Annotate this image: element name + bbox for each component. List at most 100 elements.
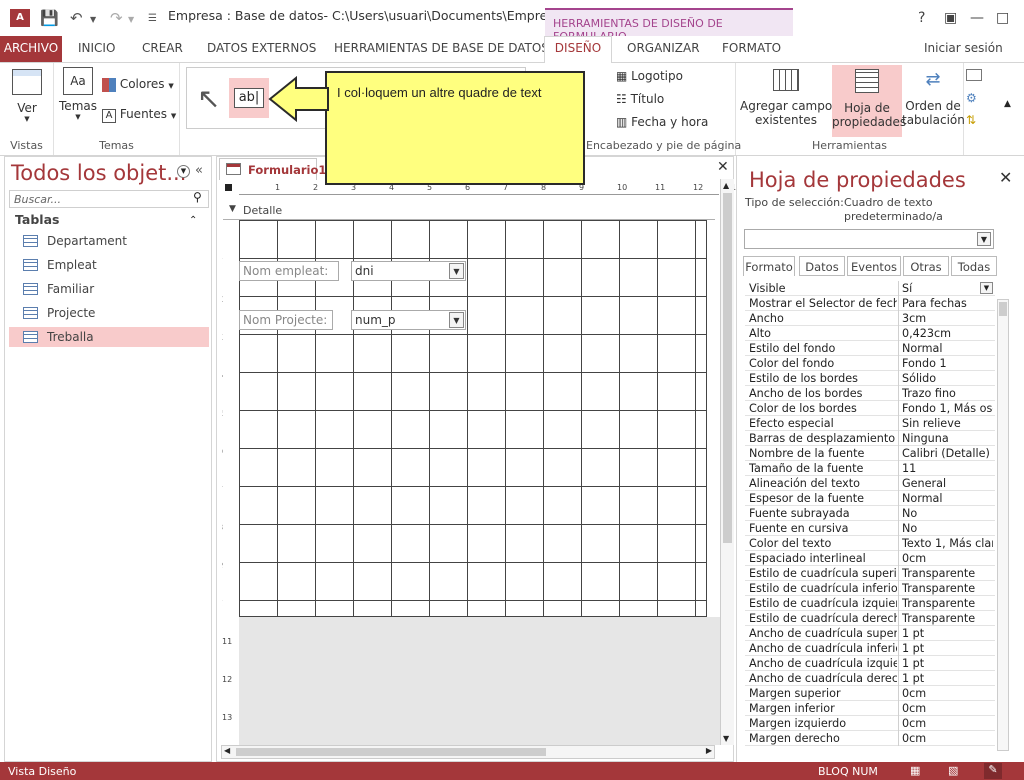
nav-search-input[interactable]: Buscar... bbox=[9, 190, 209, 208]
tab-herramientas-bd[interactable]: HERRAMIENTAS DE BASE DE DATOS bbox=[334, 41, 549, 55]
tab-archivo[interactable]: ARCHIVO bbox=[0, 36, 62, 62]
tab-order-button[interactable]: ⇄ Orden de tabulación bbox=[902, 69, 965, 127]
nav-menu-dropdown-icon[interactable]: ▼ bbox=[177, 165, 190, 178]
nav-item-treballa[interactable]: Treballa bbox=[9, 327, 209, 347]
property-row[interactable]: Margen inferior 0cm bbox=[745, 701, 995, 716]
colors-button[interactable]: Colores ▼ bbox=[102, 77, 174, 92]
detail-section-bar[interactable]: ▼ Detalle bbox=[223, 202, 715, 220]
property-row[interactable]: Ancho de cuadrícula izquierda 1 pt bbox=[745, 656, 995, 671]
property-value[interactable]: General bbox=[902, 477, 993, 490]
nav-collapse-icon[interactable]: « bbox=[195, 163, 203, 178]
property-row[interactable]: Ancho de los bordes Trazo fino bbox=[745, 386, 995, 401]
section-collapse-icon[interactable]: ⌃ bbox=[189, 215, 197, 226]
property-value[interactable]: No bbox=[902, 507, 993, 520]
property-row[interactable]: Ancho de cuadrícula inferior 1 pt bbox=[745, 641, 995, 656]
property-value[interactable]: Sólido bbox=[902, 372, 993, 385]
scroll-down-icon[interactable]: ▼ bbox=[723, 734, 729, 743]
form-selector[interactable] bbox=[225, 184, 232, 191]
tab-inicio[interactable]: INICIO bbox=[78, 41, 115, 55]
nav-item-familiar[interactable]: Familiar bbox=[9, 279, 209, 299]
fonts-button[interactable]: A Fuentes ▼ bbox=[102, 107, 176, 123]
doc-tab-formulario1[interactable]: Formulario1 bbox=[219, 158, 326, 180]
tab-eventos[interactable]: Eventos bbox=[847, 256, 901, 276]
view-button[interactable]: Ver ▼ bbox=[8, 69, 46, 123]
nav-item-departament[interactable]: Departament bbox=[9, 231, 209, 251]
undo-icon[interactable]: ↶ bbox=[70, 9, 83, 27]
property-value[interactable]: 0,423cm bbox=[902, 327, 993, 340]
access-app-icon[interactable]: A bbox=[10, 9, 30, 27]
property-value[interactable]: Trazo fino bbox=[902, 387, 993, 400]
datetime-button[interactable]: ▥ Fecha y hora bbox=[616, 115, 708, 129]
property-value[interactable]: Transparente bbox=[902, 612, 993, 625]
detail-grid[interactable]: Nom empleat: dni ▼ Nom Projecte: num_p ▼ bbox=[239, 220, 707, 617]
property-value[interactable]: Transparente bbox=[902, 567, 993, 580]
property-row[interactable]: Visible Sí ▼ bbox=[745, 281, 995, 296]
property-row[interactable]: Efecto especial Sin relieve bbox=[745, 416, 995, 431]
property-value[interactable]: Fondo 1 bbox=[902, 357, 993, 370]
property-value[interactable]: 3cm bbox=[902, 312, 993, 325]
tab-otras[interactable]: Otras bbox=[903, 256, 949, 276]
property-value[interactable]: 1 pt bbox=[902, 642, 993, 655]
maximize-icon[interactable]: □ bbox=[996, 10, 1009, 26]
textbox-control-button[interactable]: ab| bbox=[229, 78, 269, 118]
property-value[interactable]: Normal bbox=[902, 342, 993, 355]
property-row[interactable]: Estilo del fondo Normal bbox=[745, 341, 995, 356]
select-pointer-icon[interactable]: ↖ bbox=[197, 82, 220, 115]
property-value[interactable]: 1 pt bbox=[902, 657, 993, 670]
tab-datos[interactable]: Datos bbox=[799, 256, 845, 276]
scroll-up-icon[interactable]: ▲ bbox=[723, 181, 729, 190]
property-value[interactable]: Ninguna bbox=[902, 432, 993, 445]
property-value[interactable]: Fondo 1, Más osc bbox=[902, 402, 993, 415]
layout-view-icon[interactable]: ▧ bbox=[948, 764, 958, 777]
undo-dropdown-icon[interactable]: ▼ bbox=[90, 15, 96, 24]
chevron-down-icon[interactable]: ▼ bbox=[980, 282, 993, 294]
property-row[interactable]: Estilo de cuadrícula derecha Transparente bbox=[745, 611, 995, 626]
search-icon[interactable]: ⚲ bbox=[193, 190, 202, 204]
tab-organizar[interactable]: ORGANIZAR bbox=[627, 41, 700, 55]
property-value[interactable]: Para fechas bbox=[902, 297, 993, 310]
tab-crear[interactable]: CREAR bbox=[142, 41, 183, 55]
customize-qat-icon[interactable]: ☰ bbox=[148, 13, 157, 24]
property-row[interactable]: Fuente subrayada No bbox=[745, 506, 995, 521]
themes-button[interactable]: Aa Temas ▼ bbox=[58, 67, 98, 121]
property-row[interactable]: Color de los bordes Fondo 1, Más osc bbox=[745, 401, 995, 416]
property-value[interactable]: Transparente bbox=[902, 582, 993, 595]
selection-dropdown[interactable]: ▼ bbox=[744, 229, 994, 249]
property-scrollbar[interactable] bbox=[997, 299, 1009, 751]
design-view-icon[interactable]: ✎ bbox=[984, 763, 1002, 779]
property-row[interactable]: Tamaño de la fuente 11 bbox=[745, 461, 995, 476]
combo-dni[interactable]: dni ▼ bbox=[351, 261, 466, 281]
property-value[interactable]: Calibri (Detalle) bbox=[902, 447, 993, 460]
property-row[interactable]: Alineación del texto General bbox=[745, 476, 995, 491]
property-row[interactable]: Ancho de cuadrícula superior 1 pt bbox=[745, 626, 995, 641]
property-value[interactable]: 0cm bbox=[902, 717, 993, 730]
scroll-left-icon[interactable]: ◀ bbox=[224, 746, 230, 755]
logo-button[interactable]: ▦ Logotipo bbox=[616, 69, 683, 83]
label-nom-empleat[interactable]: Nom empleat: bbox=[239, 261, 339, 281]
help-icon[interactable]: ? bbox=[918, 10, 925, 26]
vertical-scrollbar[interactable]: ▲ ▼ bbox=[720, 179, 734, 745]
property-value[interactable]: Normal bbox=[902, 492, 993, 505]
property-row[interactable]: Ancho de cuadrícula derecha 1 pt bbox=[745, 671, 995, 686]
convert-macros-icon[interactable]: ⇅ bbox=[966, 113, 976, 127]
property-sheet-close-icon[interactable]: ✕ bbox=[999, 168, 1012, 187]
nav-item-projecte[interactable]: Projecte bbox=[9, 303, 209, 323]
property-value[interactable]: 0cm bbox=[902, 552, 993, 565]
property-row[interactable]: Estilo de cuadrícula inferior Transparent… bbox=[745, 581, 995, 596]
property-row[interactable]: Mostrar el Selector de fecha Para fechas bbox=[745, 296, 995, 311]
property-row[interactable]: Ancho 3cm bbox=[745, 311, 995, 326]
title-button[interactable]: ☷ Título bbox=[616, 92, 664, 106]
property-row[interactable]: Espesor de la fuente Normal bbox=[745, 491, 995, 506]
tab-diseno[interactable]: DISEÑO bbox=[544, 36, 612, 63]
scroll-thumb[interactable] bbox=[999, 302, 1007, 316]
tables-section-header[interactable]: Tablas bbox=[15, 212, 59, 227]
property-row[interactable]: Barras de desplazamiento Ninguna bbox=[745, 431, 995, 446]
property-value[interactable]: 11 bbox=[902, 462, 993, 475]
tab-formato[interactable]: Formato bbox=[743, 256, 795, 276]
property-value[interactable]: 0cm bbox=[902, 732, 993, 745]
horizontal-scrollbar[interactable]: ◀ ▶ bbox=[221, 745, 715, 759]
signin-link[interactable]: Iniciar sesión bbox=[924, 41, 1003, 55]
scroll-right-icon[interactable]: ▶ bbox=[706, 746, 712, 755]
property-row[interactable]: Estilo de cuadrícula izquierda Transparen… bbox=[745, 596, 995, 611]
property-row[interactable]: Estilo de los bordes Sólido bbox=[745, 371, 995, 386]
